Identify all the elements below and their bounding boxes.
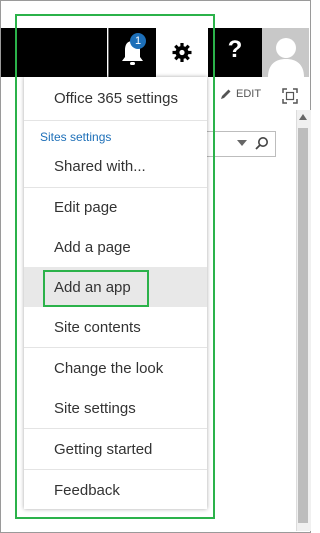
scrollbar-thumb[interactable]	[298, 128, 308, 523]
focus-content-button[interactable]	[282, 88, 298, 109]
pencil-icon	[221, 89, 231, 99]
avatar[interactable]	[262, 28, 309, 77]
edit-label: EDIT	[236, 88, 262, 100]
edit-button[interactable]: EDIT	[220, 88, 261, 100]
caret-icon[interactable]	[237, 140, 247, 147]
focus-icon	[282, 88, 298, 104]
annotation-highlight-add-an-app	[43, 270, 149, 307]
help-icon: ?	[227, 36, 243, 63]
avatar-icon	[268, 38, 304, 77]
magnifier-icon[interactable]	[255, 136, 269, 150]
help-button[interactable]: ?	[208, 28, 262, 77]
scroll-up-arrow[interactable]	[299, 114, 307, 120]
annotation-highlight-menu	[15, 14, 215, 519]
